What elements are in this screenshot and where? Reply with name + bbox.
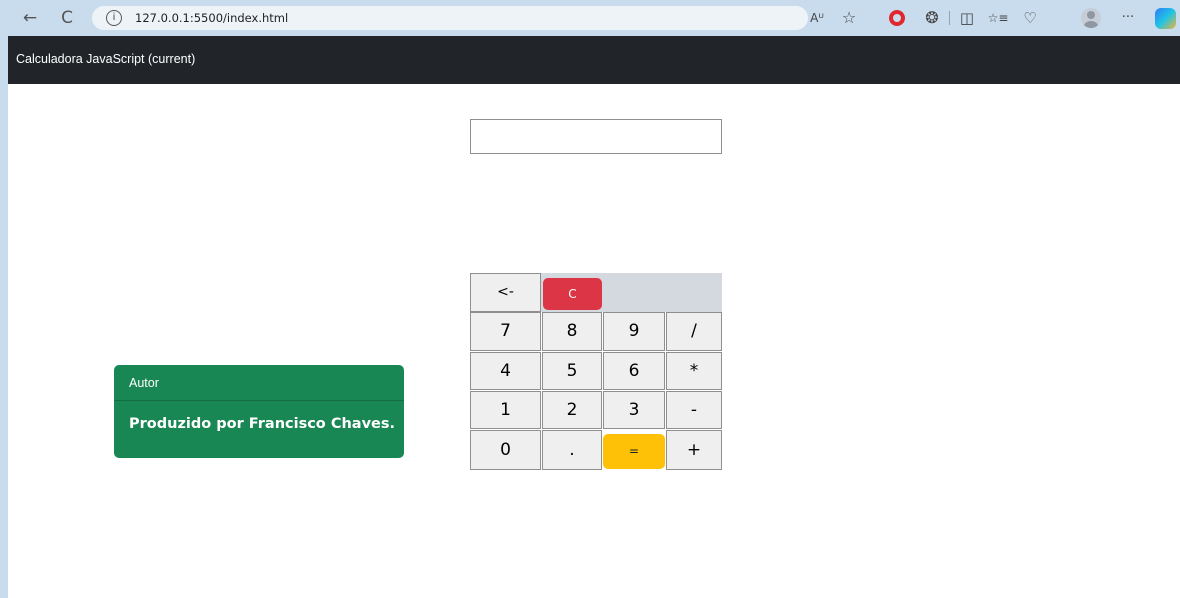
key-6[interactable]: 6 (603, 352, 665, 390)
browser-essentials-icon[interactable]: ♡ (1019, 6, 1041, 30)
extensions-icon[interactable]: ❂ (921, 6, 943, 30)
browser-sidebar-edge (0, 36, 8, 598)
key-5[interactable]: 5 (542, 352, 602, 390)
key-add[interactable]: + (666, 430, 722, 470)
browser-toolbar: ← C i 127.0.0.1:5500/index.html Aᵁ ☆ ❂ ◫… (0, 0, 1180, 36)
key-8[interactable]: 8 (542, 312, 602, 351)
navbar-brand[interactable]: Calculadora JavaScript (current) (16, 52, 195, 66)
navbar: Calculadora JavaScript (current) (8, 36, 1180, 84)
key-1[interactable]: 1 (470, 391, 541, 429)
favorite-star-icon[interactable]: ☆ (838, 6, 860, 30)
key-9[interactable]: 9 (603, 312, 665, 351)
key-7[interactable]: 7 (470, 312, 541, 351)
opera-icon[interactable] (889, 10, 905, 26)
key-2[interactable]: 2 (542, 391, 602, 429)
card-header-label: Autor (129, 376, 159, 390)
card-title: Produzido por Francisco Chaves. (129, 416, 395, 432)
profile-avatar-icon[interactable] (1081, 8, 1101, 28)
card-header: Autor (114, 365, 404, 401)
key-0[interactable]: 0 (470, 430, 541, 470)
address-url[interactable]: 127.0.0.1:5500/index.html (135, 11, 288, 25)
info-icon[interactable]: i (106, 10, 122, 26)
address-bar[interactable]: i 127.0.0.1:5500/index.html (92, 6, 808, 30)
copilot-icon[interactable] (1155, 8, 1176, 29)
key-4[interactable]: 4 (470, 352, 541, 390)
key-divide[interactable]: / (666, 312, 722, 351)
key-subtract[interactable]: - (666, 391, 722, 429)
backspace-button[interactable]: <- (470, 273, 541, 312)
key-decimal[interactable]: . (542, 430, 602, 470)
clear-button[interactable]: C (543, 278, 602, 310)
key-multiply[interactable]: * (666, 352, 722, 390)
read-aloud-icon[interactable]: Aᵁ (806, 6, 828, 30)
toolbar-divider (949, 11, 950, 25)
equals-button[interactable]: = (603, 434, 665, 469)
favorites-icon[interactable]: ☆≡ (987, 6, 1009, 30)
key-3[interactable]: 3 (603, 391, 665, 429)
back-icon[interactable]: ← (18, 6, 42, 30)
refresh-icon[interactable]: C (55, 6, 79, 30)
split-screen-icon[interactable]: ◫ (956, 6, 978, 30)
author-card: Autor Produzido por Francisco Chaves. (114, 365, 404, 458)
calculator-display[interactable] (470, 119, 722, 154)
more-icon[interactable]: ··· (1117, 6, 1139, 30)
